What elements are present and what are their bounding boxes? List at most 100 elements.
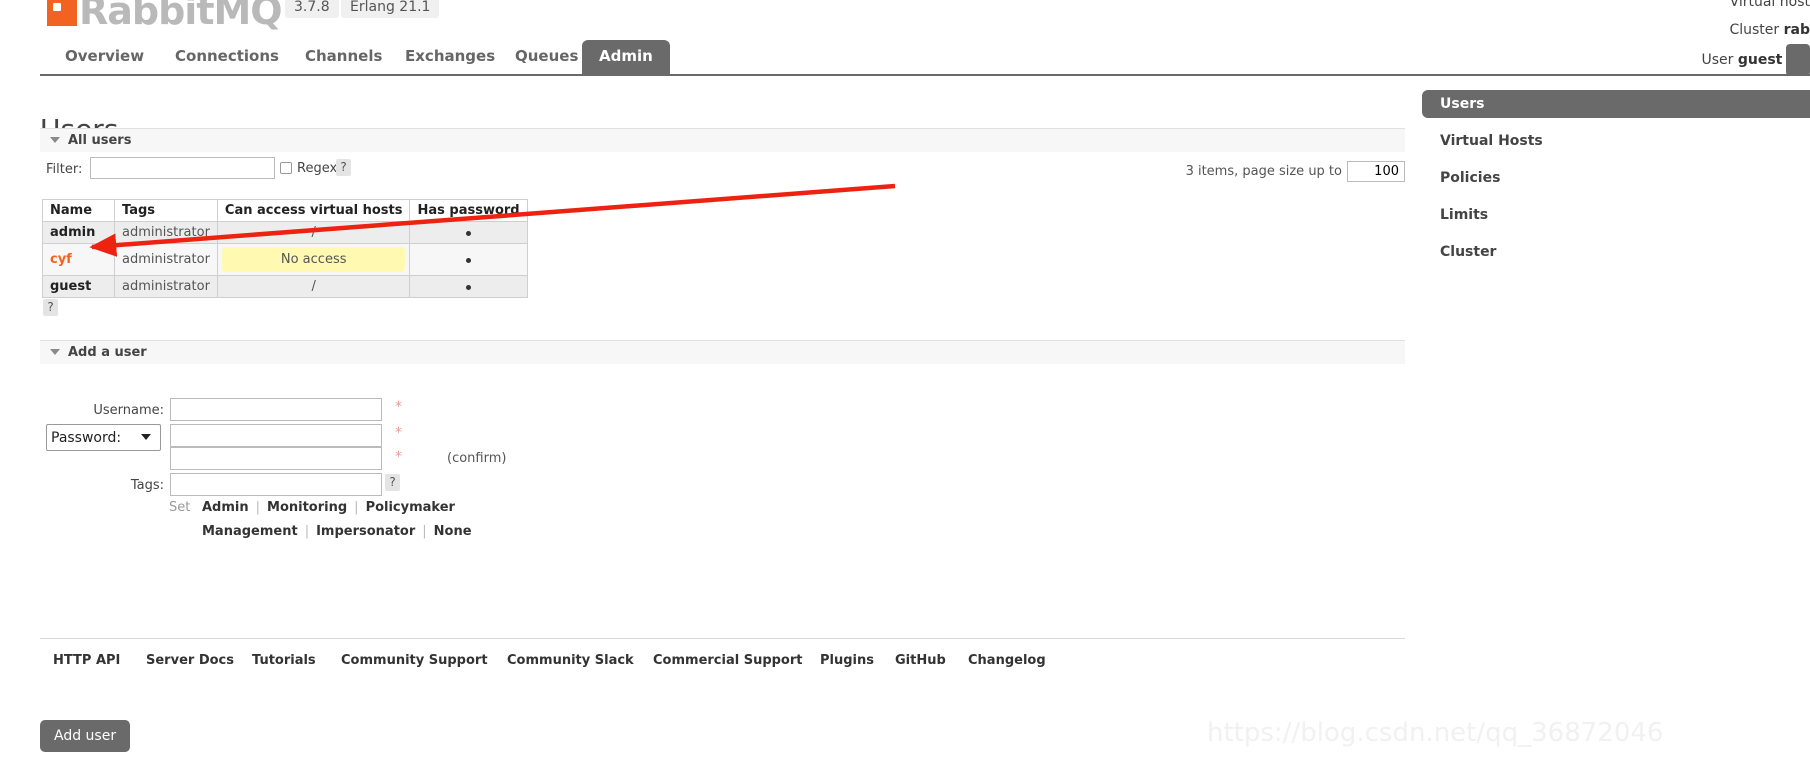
column-header-vhosts[interactable]: Can access virtual hosts [216,199,411,222]
add-user-section-header[interactable]: Add a user [40,340,1405,364]
user-link-cyf[interactable]: cyf [50,252,72,267]
password-confirm-input[interactable] [170,447,382,470]
table-row[interactable]: cyf administrator No access [42,243,528,276]
all-users-section-title: All users [68,133,132,148]
footer-links: HTTP API Server Docs Tutorials Community… [40,653,1405,675]
user-tags: administrator [114,243,218,276]
paging-text: 3 items, page size up to [1185,164,1342,179]
user-tags: administrator [114,275,218,298]
users-table-help-icon[interactable]: ? [43,299,58,316]
tag-preset-monitoring[interactable]: Monitoring [267,500,347,515]
set-tags-label: Set [169,500,191,515]
tag-preset-admin[interactable]: Admin [202,500,249,515]
virtual-host-label: Virtual host [1729,0,1810,10]
admin-sidebar: Users Virtual Hosts Policies Limits Clus… [1422,90,1810,275]
sidebar-item-users[interactable]: Users [1422,90,1810,118]
password-required-star: * [395,425,402,441]
tag-preset-impersonator[interactable]: Impersonator [316,524,415,539]
user-tags: administrator [114,221,218,244]
main-navigation: Overview Connections Channels Exchanges … [40,40,1810,76]
regex-label: Regex [297,161,338,176]
tags-label: Tags: [130,478,164,493]
footer-link-server-docs[interactable]: Server Docs [146,653,234,668]
user-link-admin[interactable]: admin [50,225,95,240]
tab-queues[interactable]: Queues [498,40,595,75]
user-vhosts: No access [216,243,411,276]
footer-link-tutorials[interactable]: Tutorials [252,653,316,668]
main-content: All users Filter: Regex ? 3 items, page … [40,128,1405,752]
has-password-dot-icon [466,258,472,263]
filter-input[interactable] [90,157,275,179]
tags-help-icon[interactable]: ? [385,474,400,491]
table-row[interactable]: guest administrator / [42,275,528,298]
tab-overview[interactable]: Overview [48,40,161,75]
user-vhosts: / [216,221,411,244]
virtual-host-status: Virtual host [1701,0,1810,16]
footer-link-http-api[interactable]: HTTP API [53,653,120,668]
tag-preset-policymaker[interactable]: Policymaker [366,500,455,515]
logo-wordmark: RabbitMQ [79,0,283,33]
tag-presets-row-2: Management | Impersonator | None [202,524,472,539]
tab-exchanges[interactable]: Exchanges [388,40,512,75]
footer-link-plugins[interactable]: Plugins [820,653,874,668]
tags-input[interactable] [170,473,382,496]
filter-label: Filter: [46,162,83,177]
add-user-section: Add a user Username: * Password: Passwor… [40,340,1405,752]
has-password-dot-icon [466,231,472,236]
collapse-triangle-icon[interactable] [50,348,60,355]
collapse-triangle-icon[interactable] [50,136,60,143]
version-badge: 3.7.8 [285,0,339,18]
add-user-section-title: Add a user [68,345,147,360]
tag-separator: | [422,524,427,539]
password-input[interactable] [170,424,382,447]
footer: HTTP API Server Docs Tutorials Community… [40,638,1405,675]
add-user-button[interactable]: Add user [40,720,131,752]
sidebar-item-cluster[interactable]: Cluster [1422,238,1810,266]
username-label: Username: [93,403,164,418]
erlang-version-badge: Erlang 21.1 [341,0,440,18]
tag-preset-management[interactable]: Management [202,524,298,539]
table-row[interactable]: admin administrator / [42,221,528,244]
column-header-tags[interactable]: Tags [114,199,218,222]
page-size-input[interactable] [1347,161,1405,182]
sidebar-item-limits[interactable]: Limits [1422,201,1810,229]
password-confirm-required-star: * [395,449,402,465]
sidebar-item-policies[interactable]: Policies [1422,164,1810,192]
footer-link-community-support[interactable]: Community Support [341,653,488,668]
footer-link-community-slack[interactable]: Community Slack [507,653,634,668]
tag-separator: | [354,500,359,515]
password-type-select[interactable]: Password: Password hash: [46,424,161,451]
rabbitmq-logo-icon [47,0,77,26]
users-table: Name Tags Can access virtual hosts Has p… [42,199,528,298]
app-root: RabbitMQ ™ 3.7.8 Erlang 21.1 Virtual hos… [0,0,1810,767]
rabbitmq-logo[interactable]: RabbitMQ ™ [47,0,295,33]
regex-checkbox[interactable] [280,162,292,174]
has-password-dot-icon [466,285,472,290]
user-has-password [409,243,528,276]
table-header-row: Name Tags Can access virtual hosts Has p… [42,199,528,222]
user-has-password [409,221,528,244]
password-confirm-label: (confirm) [447,451,507,466]
footer-link-github[interactable]: GitHub [895,653,946,668]
tab-connections[interactable]: Connections [158,40,296,75]
filter-row: Filter: Regex ? 3 items, page size up to [40,156,1405,188]
tab-admin[interactable]: Admin [582,40,670,75]
paging-info: 3 items, page size up to [1186,161,1405,182]
cluster-label: Cluster [1729,22,1780,38]
all-users-section-header[interactable]: All users [40,128,1405,152]
username-input[interactable] [170,398,382,421]
user-link-guest[interactable]: guest [50,279,91,294]
footer-link-changelog[interactable]: Changelog [968,653,1046,668]
user-vhosts: / [216,275,411,298]
column-header-name[interactable]: Name [42,199,115,222]
footer-link-commercial-support[interactable]: Commercial Support [653,653,803,668]
username-required-star: * [395,399,402,415]
regex-help-icon[interactable]: ? [336,159,351,176]
watermark: https://blog.csdn.net/qq_36872046 [1207,718,1664,748]
tab-channels[interactable]: Channels [288,40,399,75]
tag-separator: | [304,524,310,539]
user-has-password [409,275,528,298]
column-header-has-password[interactable]: Has password [409,199,528,222]
tag-preset-none[interactable]: None [434,524,472,539]
sidebar-item-virtual-hosts[interactable]: Virtual Hosts [1422,127,1810,155]
